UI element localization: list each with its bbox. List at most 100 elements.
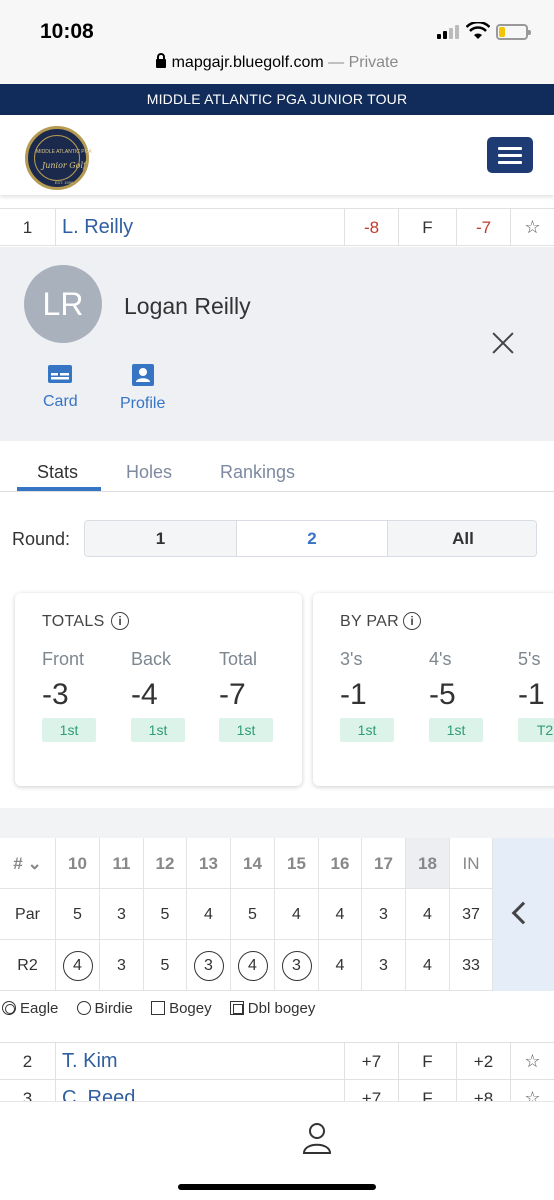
section-divider: [0, 808, 554, 838]
score-value: 5: [144, 940, 187, 991]
birdie-circle: 4: [62, 951, 93, 981]
round-selector: 1 2 All: [84, 520, 537, 557]
scorecard: # ⌄ 10 11 12 13 14 15 16 17 18 IN Par 5 3 5 4 5 4 4 3 4 37 R2 4…: [0, 838, 554, 991]
rank-badge: 1st: [429, 718, 483, 742]
score-value: 33: [450, 940, 493, 991]
par-value: 5: [56, 889, 100, 940]
birdie-circle: 3: [281, 951, 312, 981]
stat-front: Front -3 1st: [42, 649, 112, 742]
rank-badge: 1st: [219, 718, 273, 742]
by-par-title: BY PAR: [340, 613, 400, 630]
par-value: 37: [450, 889, 493, 940]
hole-number: 17: [362, 838, 406, 889]
leaderboard-row[interactable]: 1 L. Reilly -8 F -7 ☆: [0, 208, 554, 246]
avatar: LR: [24, 265, 102, 343]
cellular-signal-icon: [437, 25, 461, 39]
hole-number: 13: [187, 838, 231, 889]
tour-banner: MIDDLE ATLANTIC PGA JUNIOR TOUR: [0, 84, 554, 115]
totals-card: TOTALS i Front -3 1st Back -4 1st Total …: [15, 593, 302, 786]
score-value: 3: [100, 940, 144, 991]
home-indicator: [178, 1184, 376, 1190]
birdie-circle: 3: [193, 951, 224, 981]
status-time: 10:08: [40, 20, 94, 43]
tour-logo[interactable]: MIDDLE ATLANTIC PGA Junior Golf EST. 199…: [25, 126, 92, 190]
hamburger-menu-button[interactable]: [487, 137, 533, 173]
score-value: 3: [275, 940, 319, 991]
rank-badge: 1st: [42, 718, 96, 742]
tab-rankings[interactable]: Rankings: [220, 462, 295, 483]
info-icon[interactable]: i: [403, 612, 421, 630]
to-par: +7: [344, 1043, 398, 1079]
chevron-left-icon: [511, 901, 535, 925]
rank-badge: T2: [518, 718, 554, 742]
rank-badge: 1st: [131, 718, 185, 742]
card-icon: [48, 365, 73, 383]
card-button[interactable]: Card: [43, 363, 78, 411]
round-option-2[interactable]: 2: [237, 521, 387, 556]
site-header: MIDDLE ATLANTIC PGA Junior Golf EST. 199…: [0, 115, 554, 195]
hole-sort-header[interactable]: # ⌄: [0, 838, 56, 889]
info-icon[interactable]: i: [111, 612, 129, 630]
today: -7: [456, 209, 510, 245]
url-domain: mapgajr.bluegolf.com: [171, 54, 324, 71]
profile-button[interactable]: Profile: [120, 363, 165, 413]
stat-par3: 3's -1 1st: [340, 649, 410, 742]
private-label: — Private: [328, 54, 399, 71]
par-row-label: Par: [0, 889, 56, 940]
score-value: 4: [231, 940, 275, 991]
round-option-all[interactable]: All: [388, 521, 536, 556]
favorite-star-icon[interactable]: ☆: [510, 1043, 554, 1079]
birdie-symbol-icon: [76, 1001, 91, 1015]
player-full-name: Logan Reilly: [124, 293, 251, 319]
hole-number: IN: [450, 838, 493, 889]
hole-number: 12: [144, 838, 187, 889]
birdie-circle: 4: [237, 951, 268, 981]
hole-number: 14: [231, 838, 275, 889]
bottom-toolbar: [0, 1101, 554, 1200]
tab-holes[interactable]: Holes: [126, 462, 172, 483]
stat-par5: 5's -1 T2: [518, 649, 554, 742]
eagle-symbol-icon: [2, 1001, 16, 1015]
profile-icon: [131, 364, 154, 386]
stat-back: Back -4 1st: [131, 649, 201, 742]
par-value: 5: [231, 889, 275, 940]
account-icon[interactable]: [302, 1122, 332, 1154]
thru: F: [398, 209, 456, 245]
score-value: 4: [319, 940, 362, 991]
par-value: 4: [319, 889, 362, 940]
by-par-card: BY PAR i 3's -1 1st 4's -5 1st 5's -1 T2: [313, 593, 554, 786]
active-tab-indicator: [17, 487, 101, 491]
round-option-1[interactable]: 1: [85, 521, 236, 556]
player-name-link[interactable]: T. Kim: [62, 1043, 118, 1079]
tab-stats[interactable]: Stats: [37, 462, 78, 483]
scroll-left-button[interactable]: [493, 838, 554, 991]
hole-number: 11: [100, 838, 144, 889]
card-label: Card: [43, 393, 78, 410]
player-name-link[interactable]: L. Reilly: [62, 209, 133, 245]
thru: F: [398, 1043, 456, 1079]
round-label: Round:: [12, 529, 71, 549]
position: 1: [0, 209, 56, 245]
par-value: 3: [100, 889, 144, 940]
hole-number: 18: [406, 838, 450, 889]
par-value: 3: [362, 889, 406, 940]
round-row-label: R2: [0, 940, 56, 991]
score-value: 3: [187, 940, 231, 991]
position: 2: [0, 1043, 56, 1079]
score-value: 4: [56, 940, 100, 991]
double-bogey-symbol-icon: [229, 1001, 244, 1015]
hole-number: 10: [56, 838, 100, 889]
hole-number: 15: [275, 838, 319, 889]
profile-label: Profile: [120, 395, 166, 412]
url-bar[interactable]: mapgajr.bluegolf.com — Private: [0, 50, 554, 84]
score-value: 4: [406, 940, 450, 991]
close-icon[interactable]: [490, 329, 518, 357]
par-value: 4: [187, 889, 231, 940]
wifi-icon: [466, 22, 490, 39]
stat-total: Total -7 1st: [219, 649, 289, 742]
par-value: 4: [275, 889, 319, 940]
par-value: 5: [144, 889, 187, 940]
favorite-star-icon[interactable]: ☆: [510, 209, 554, 245]
leaderboard-row[interactable]: 2 T. Kim +7 F +2 ☆: [0, 1042, 554, 1080]
to-par: -8: [344, 209, 398, 245]
